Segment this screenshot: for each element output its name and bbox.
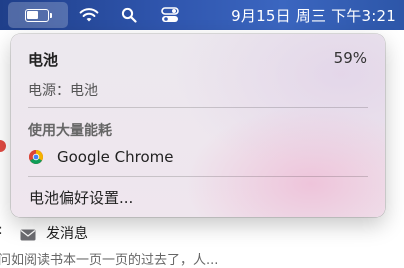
- battery-menu-panel: 电池 59% 电源：电池 使用大量能耗 Google Chrome 电池偏好设置…: [11, 34, 385, 217]
- wifi-icon[interactable]: [78, 0, 100, 30]
- background-snippet-text: 问如阅读书本一页一页的过去了，人...: [0, 253, 219, 268]
- spotlight-search-icon[interactable]: [118, 0, 140, 30]
- menu-bar: 9月15日 周三 下午3:21: [0, 0, 404, 30]
- battery-preferences-label: 电池偏好设置...: [29, 188, 134, 207]
- power-source-label: 电源：电池: [28, 83, 98, 99]
- battery-status-button[interactable]: [8, 2, 68, 28]
- battery-tip: [49, 12, 52, 18]
- battery-menu-title: 电池: [28, 51, 59, 69]
- battery-preferences-item[interactable]: 电池偏好设置...: [23, 184, 373, 210]
- battery-icon: [24, 8, 49, 22]
- battery-percentage: 59%: [333, 49, 367, 67]
- send-message-link[interactable]: 发消息: [46, 223, 88, 243]
- energy-app-name: Google Chrome: [57, 148, 174, 166]
- menu-bar-clock[interactable]: 9月15日 周三 下午3:21: [200, 0, 400, 30]
- mail-icon[interactable]: [20, 226, 36, 241]
- menu-divider: [28, 107, 368, 108]
- battery-level-fill: [27, 11, 39, 19]
- heavy-energy-usage-heading: 使用大量能耗: [28, 123, 112, 139]
- menu-divider: [28, 176, 368, 177]
- background-colon: :: [0, 222, 3, 238]
- control-center-icon[interactable]: [158, 0, 182, 30]
- chrome-icon: [29, 150, 43, 164]
- energy-app-item-google-chrome[interactable]: Google Chrome: [23, 144, 373, 170]
